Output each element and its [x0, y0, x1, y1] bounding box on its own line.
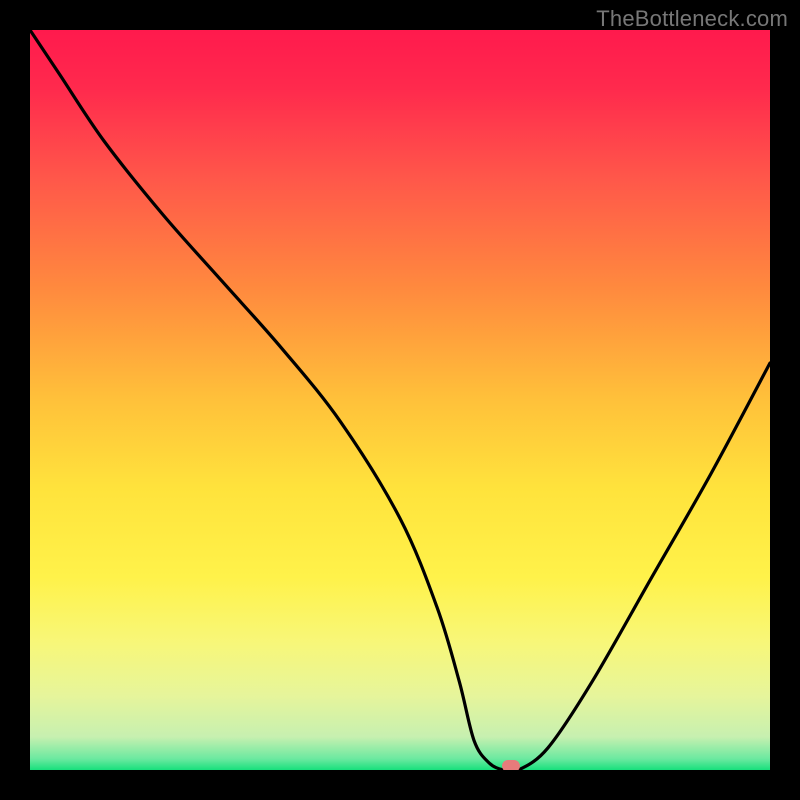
bottleneck-curve [30, 30, 770, 770]
optimum-marker [502, 760, 520, 770]
chart-container: TheBottleneck.com [0, 0, 800, 800]
plot-area [30, 30, 770, 770]
watermark-text: TheBottleneck.com [596, 6, 788, 32]
